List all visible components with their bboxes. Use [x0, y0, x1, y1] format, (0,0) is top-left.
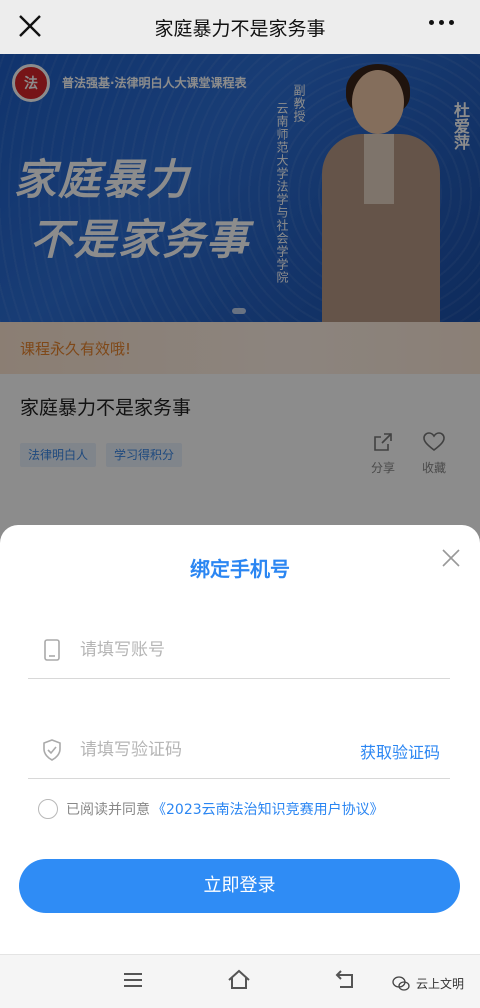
bottom-toolbar: 云上文明 — [0, 954, 480, 1008]
close-icon[interactable] — [14, 10, 46, 42]
top-nav-bar: 家庭暴力不是家务事 — [0, 0, 480, 54]
close-icon[interactable] — [440, 547, 462, 569]
agreement-checkbox[interactable] — [38, 799, 58, 819]
agreement-text: 已阅读并同意 — [66, 802, 150, 818]
login-button[interactable]: 立即登录 — [19, 859, 460, 913]
menu-icon[interactable] — [120, 967, 146, 993]
account-input[interactable] — [80, 635, 340, 665]
agreement-row: 已阅读并同意 《2023云南法治知识竞赛用户协议》 — [38, 799, 384, 819]
code-field: 获取验证码 — [28, 719, 450, 779]
phone-icon — [44, 639, 60, 661]
get-code-button[interactable]: 获取验证码 — [360, 739, 440, 763]
bind-phone-modal: 绑定手机号 获取验证码 已阅读并同意 《2023云南法治知识竞赛用户协议》 立即… — [0, 525, 480, 954]
wechat-icon — [392, 975, 410, 991]
watermark-text: 云上文明 — [416, 977, 465, 991]
home-icon[interactable] — [226, 967, 252, 993]
back-icon[interactable] — [332, 967, 358, 993]
page-title: 家庭暴力不是家务事 — [154, 17, 326, 40]
more-icon[interactable] — [429, 20, 454, 25]
modal-title: 绑定手机号 — [190, 557, 290, 581]
shield-icon — [43, 739, 61, 761]
watermark: 云上文明 — [392, 975, 464, 992]
account-field — [28, 619, 450, 679]
agreement-link[interactable]: 《2023云南法治知识竞赛用户协议》 — [152, 799, 384, 819]
code-input[interactable] — [80, 735, 340, 765]
